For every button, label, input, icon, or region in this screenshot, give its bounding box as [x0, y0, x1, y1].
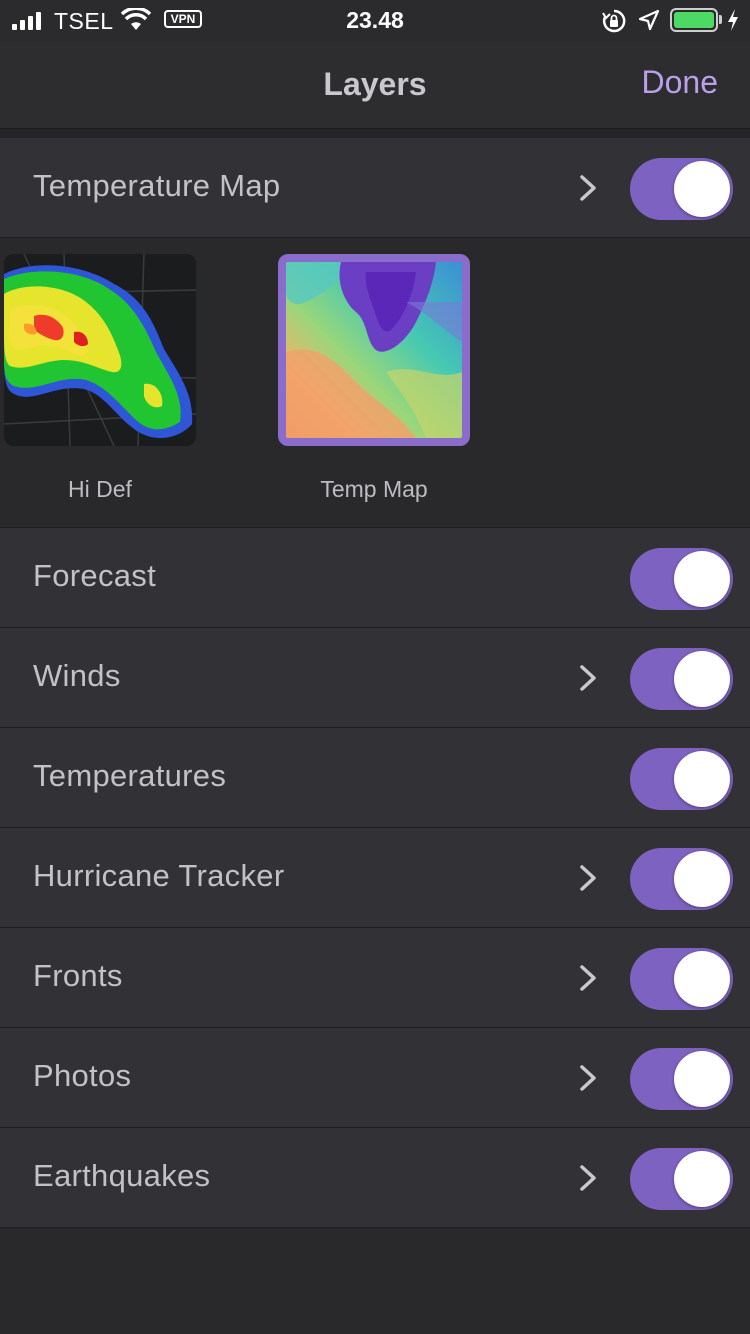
chevron-right-icon[interactable]: [577, 174, 599, 202]
navigation-bar: Layers Done: [0, 42, 750, 128]
temp-map-thumbnail[interactable]: [278, 254, 470, 446]
status-bar: TSEL VPN 23.48: [0, 0, 750, 42]
layer-row-photos[interactable]: Photos: [0, 1028, 750, 1128]
chevron-right-icon[interactable]: [577, 1164, 599, 1192]
layer-row-hurricane-tracker[interactable]: Hurricane Tracker: [0, 828, 750, 928]
toggle-knob: [674, 951, 730, 1007]
toggle-knob: [674, 1151, 730, 1207]
temperatures-toggle[interactable]: [630, 748, 733, 810]
layer-label: Hurricane Tracker: [33, 858, 285, 893]
layer-label: Winds: [33, 658, 121, 693]
chevron-right-icon[interactable]: [577, 1064, 599, 1092]
page-title: Layers: [323, 66, 427, 102]
toggle-knob: [674, 161, 730, 217]
layer-label: Forecast: [33, 558, 156, 593]
temperature-map-image: [286, 262, 462, 438]
toggle-knob: [674, 751, 730, 807]
battery-nub: [719, 15, 722, 24]
battery-icon: [670, 8, 718, 32]
temperature-map-toggle[interactable]: [630, 158, 733, 220]
layer-row-temperatures[interactable]: Temperatures: [0, 728, 750, 828]
toggle-knob: [674, 551, 730, 607]
hi-def-label: Hi Def: [68, 476, 132, 502]
chevron-right-icon[interactable]: [577, 664, 599, 692]
layer-label: Fronts: [33, 958, 123, 993]
toggle-knob: [674, 1051, 730, 1107]
layer-label: Temperatures: [33, 758, 227, 793]
layer-label: Earthquakes: [33, 1158, 211, 1193]
layer-row-temperature-map[interactable]: Temperature Map: [0, 138, 750, 238]
map-style-picker: Hi Def Temp Map: [0, 238, 750, 528]
toggle-knob: [674, 851, 730, 907]
photos-toggle[interactable]: [630, 1048, 733, 1110]
toggle-knob: [674, 651, 730, 707]
hurricane-tracker-toggle[interactable]: [630, 848, 733, 910]
layer-row-earthquakes[interactable]: Earthquakes: [0, 1128, 750, 1228]
done-button[interactable]: Done: [642, 64, 719, 101]
earthquakes-toggle[interactable]: [630, 1148, 733, 1210]
battery-level: [674, 12, 714, 28]
layer-label: Temperature Map: [33, 168, 281, 203]
rotation-lock-icon: [602, 9, 626, 33]
radar-map-image: [4, 254, 196, 446]
fronts-toggle[interactable]: [630, 948, 733, 1010]
layer-row-winds[interactable]: Winds: [0, 628, 750, 728]
layer-row-fronts[interactable]: Fronts: [0, 928, 750, 1028]
charging-bolt-icon: [728, 9, 738, 31]
chevron-right-icon[interactable]: [577, 964, 599, 992]
chevron-right-icon[interactable]: [577, 864, 599, 892]
empty-footer-area: [0, 1228, 750, 1334]
layer-label: Photos: [33, 1058, 132, 1093]
temp-map-label: Temp Map: [320, 476, 428, 502]
location-arrow-icon: [638, 9, 660, 31]
forecast-toggle[interactable]: [630, 548, 733, 610]
hi-def-thumbnail[interactable]: [4, 254, 196, 446]
winds-toggle[interactable]: [630, 648, 733, 710]
section-divider: [0, 128, 750, 138]
layer-row-forecast[interactable]: Forecast: [0, 528, 750, 628]
